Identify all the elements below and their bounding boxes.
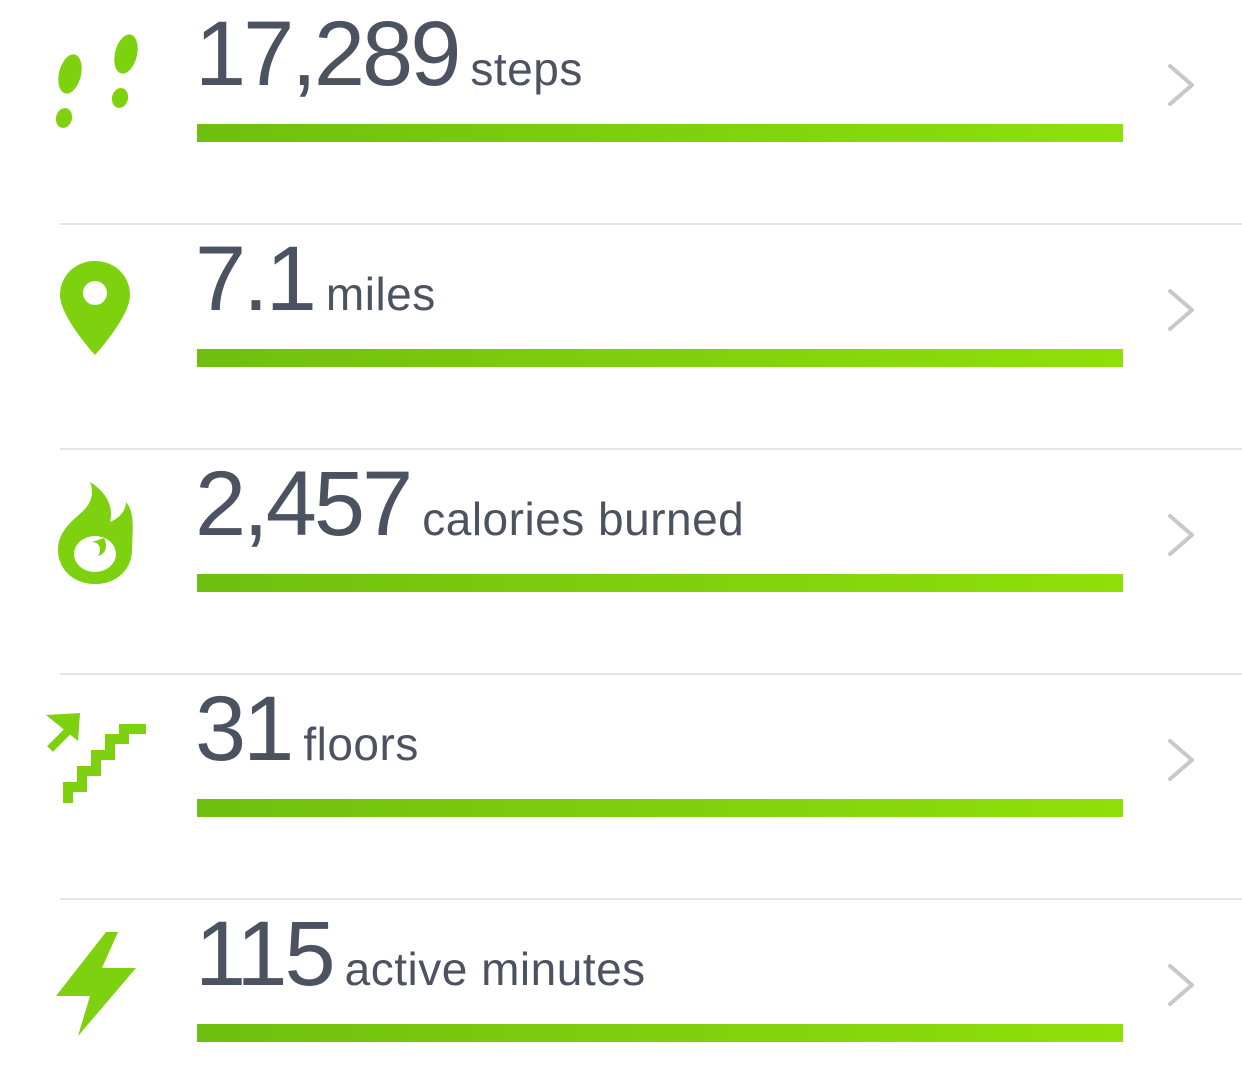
- active-minutes-stat: 115 active minutes: [195, 908, 646, 1000]
- active-minutes-unit: active minutes: [344, 943, 646, 995]
- activity-stats-list: 17,289 steps 7.1 miles 2,457 calories bu…: [0, 0, 1242, 1090]
- floors-stat: 31 floors: [195, 683, 419, 775]
- flame-icon: [40, 478, 150, 588]
- steps-row[interactable]: 17,289 steps: [0, 0, 1242, 225]
- footprints-icon: [40, 28, 150, 138]
- steps-progress-bar: [197, 124, 1123, 142]
- active-minutes-progress-bar: [197, 1024, 1123, 1042]
- distance-progress-bar: [197, 349, 1123, 367]
- calories-stat: 2,457 calories burned: [195, 458, 744, 550]
- chevron-right-icon[interactable]: [1162, 735, 1202, 785]
- stairs-icon: [40, 703, 150, 813]
- calories-progress-bar: [197, 574, 1123, 592]
- steps-progress-fill: [197, 124, 1123, 142]
- distance-progress-fill: [197, 349, 1123, 367]
- steps-stat: 17,289 steps: [195, 8, 583, 100]
- floors-unit: floors: [303, 718, 419, 770]
- distance-stat: 7.1 miles: [195, 233, 436, 325]
- steps-unit: steps: [470, 43, 583, 95]
- chevron-right-icon[interactable]: [1162, 60, 1202, 110]
- chevron-right-icon[interactable]: [1162, 510, 1202, 560]
- floors-progress-fill: [197, 799, 1123, 817]
- chevron-right-icon[interactable]: [1162, 960, 1202, 1010]
- calories-row[interactable]: 2,457 calories burned: [0, 450, 1242, 675]
- distance-row[interactable]: 7.1 miles: [0, 225, 1242, 450]
- active-minutes-value: 115: [195, 903, 336, 1005]
- distance-value: 7.1: [195, 228, 317, 330]
- active-minutes-progress-fill: [197, 1024, 1123, 1042]
- calories-progress-fill: [197, 574, 1123, 592]
- lightning-bolt-icon: [40, 928, 150, 1038]
- calories-value: 2,457: [195, 453, 413, 555]
- location-pin-icon: [40, 253, 150, 363]
- chevron-right-icon[interactable]: [1162, 285, 1202, 335]
- active-minutes-row[interactable]: 115 active minutes: [0, 900, 1242, 1090]
- floors-value: 31: [195, 678, 294, 780]
- steps-value: 17,289: [195, 3, 461, 105]
- floors-progress-bar: [197, 799, 1123, 817]
- distance-unit: miles: [325, 268, 436, 320]
- floors-row[interactable]: 31 floors: [0, 675, 1242, 900]
- calories-unit: calories burned: [422, 493, 745, 545]
